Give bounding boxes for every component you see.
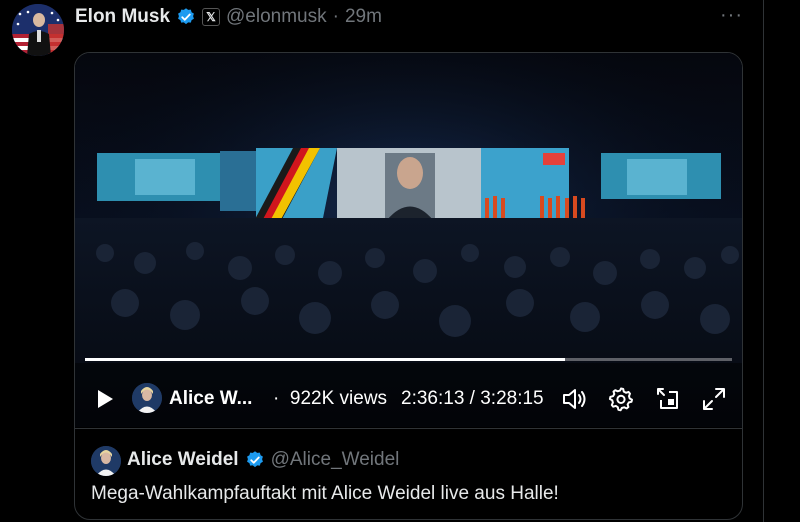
gear-icon[interactable] (608, 386, 634, 412)
author-handle[interactable]: @elonmusk (226, 6, 327, 28)
author-name[interactable]: Elon Musk (75, 6, 170, 28)
quote-header: Alice Weidel @Alice_Weidel (127, 449, 399, 471)
channel-name[interactable]: Alice W... (169, 388, 252, 410)
play-icon[interactable] (95, 389, 115, 409)
view-count: · 922K views (273, 388, 387, 410)
video-controls: Alice W... · 922K views 2:36:13 / 3:28:1… (75, 379, 742, 419)
author-avatar[interactable] (12, 4, 64, 56)
volume-icon[interactable] (561, 386, 587, 412)
quote-author-avatar[interactable] (91, 446, 121, 476)
x-affiliation-icon[interactable]: 𝕏 (202, 8, 221, 26)
separator-dot: · (273, 388, 280, 409)
quote-text: Mega-Wahlkampfauftakt mit Alice Weidel l… (91, 483, 559, 504)
separator-dot: · (332, 6, 339, 27)
fullscreen-icon[interactable] (701, 386, 727, 412)
progress-bar[interactable] (85, 358, 732, 361)
video-player[interactable]: Alice W... · 922K views 2:36:13 / 3:28:1… (75, 53, 742, 427)
more-options-icon[interactable]: ··· (720, 4, 743, 27)
picture-in-picture-icon[interactable] (655, 386, 681, 412)
progress-fill (85, 358, 566, 361)
video-frame (75, 53, 742, 427)
views-label: 922K views (289, 388, 388, 409)
quote-author-handle[interactable]: @Alice_Weidel (271, 449, 400, 471)
verified-badge-icon (246, 451, 263, 468)
timecode: 2:36:13 / 3:28:15 (401, 388, 544, 409)
quote-author-name[interactable]: Alice Weidel (127, 449, 239, 471)
post-header: Elon Musk 𝕏 @elonmusk · 29m (75, 4, 382, 30)
quoted-post[interactable]: Alice Weidel @Alice_Weidel Mega-Wahlkamp… (75, 428, 742, 519)
verified-badge-icon (178, 8, 194, 25)
channel-avatar[interactable] (132, 383, 162, 413)
post-time[interactable]: 29m (345, 6, 382, 28)
media-card: Alice W... · 922K views 2:36:13 / 3:28:1… (74, 52, 743, 520)
column-divider (763, 0, 764, 522)
